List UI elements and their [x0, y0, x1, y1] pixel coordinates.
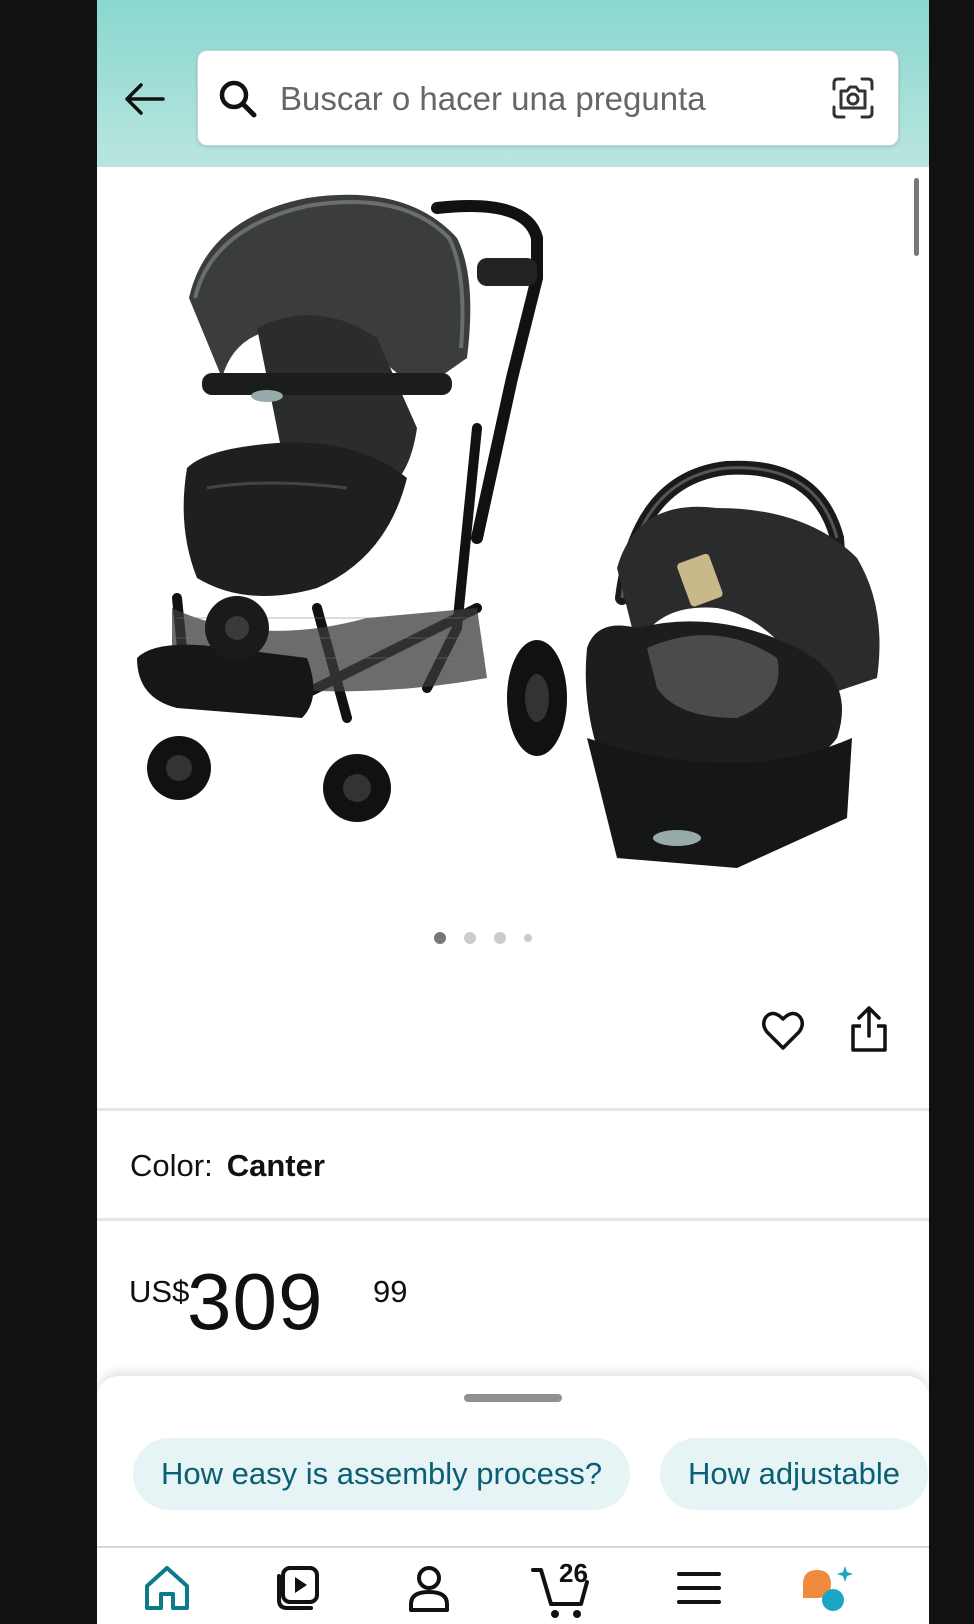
search-bar[interactable]: [197, 50, 899, 146]
product-image-stroller-travel-system[interactable]: [117, 178, 907, 888]
app-screen: Color: Canter US$ 309 99 How easy is asse…: [97, 0, 929, 1624]
nav-video[interactable]: [273, 1562, 329, 1622]
share-icon: [851, 1006, 887, 1052]
search-input[interactable]: [278, 71, 812, 127]
suggestion-chip-adjustable[interactable]: How adjustable: [660, 1438, 928, 1510]
video-icon: [277, 1566, 319, 1610]
camera-lens-icon[interactable]: [830, 75, 876, 121]
image-carousel-dots[interactable]: [97, 928, 899, 948]
section-divider: [97, 1218, 929, 1221]
carousel-dot[interactable]: [494, 932, 506, 944]
bottom-navigation: 26: [97, 1546, 929, 1624]
search-icon: [219, 80, 257, 118]
account-icon: [409, 1566, 449, 1612]
share-button[interactable]: [845, 1004, 893, 1056]
top-header: [97, 0, 929, 167]
scroll-indicator: [914, 178, 919, 256]
back-button[interactable]: [119, 74, 169, 124]
cart-count-badge: 26: [559, 1558, 588, 1588]
nav-assistant[interactable]: [799, 1562, 855, 1622]
carousel-dot[interactable]: [434, 932, 446, 944]
assistant-icon: [803, 1566, 853, 1611]
nav-menu[interactable]: [673, 1562, 729, 1622]
nav-home[interactable]: [141, 1562, 197, 1622]
color-label: Color:: [130, 1148, 213, 1183]
section-divider: [97, 1108, 929, 1111]
back-arrow-icon: [125, 83, 165, 115]
menu-icon: [677, 1572, 721, 1604]
nav-account[interactable]: [403, 1562, 459, 1622]
suggestion-chips: How easy is assembly process? How adjust…: [133, 1438, 929, 1512]
suggestion-chip-assembly[interactable]: How easy is assembly process?: [133, 1438, 631, 1510]
color-value: Canter: [226, 1148, 325, 1183]
price-whole: 309: [187, 1257, 324, 1346]
sheet-drag-handle[interactable]: [464, 1394, 562, 1402]
carousel-dot[interactable]: [524, 934, 532, 942]
color-selection: Color: Canter: [130, 1148, 325, 1184]
price-currency: US$: [129, 1274, 190, 1309]
nav-cart[interactable]: 26: [531, 1558, 591, 1622]
favorite-button[interactable]: [759, 1006, 807, 1054]
carousel-dot[interactable]: [464, 932, 476, 944]
price-fraction: 99: [373, 1274, 408, 1309]
heart-icon: [762, 1011, 804, 1050]
home-icon: [145, 1566, 189, 1610]
